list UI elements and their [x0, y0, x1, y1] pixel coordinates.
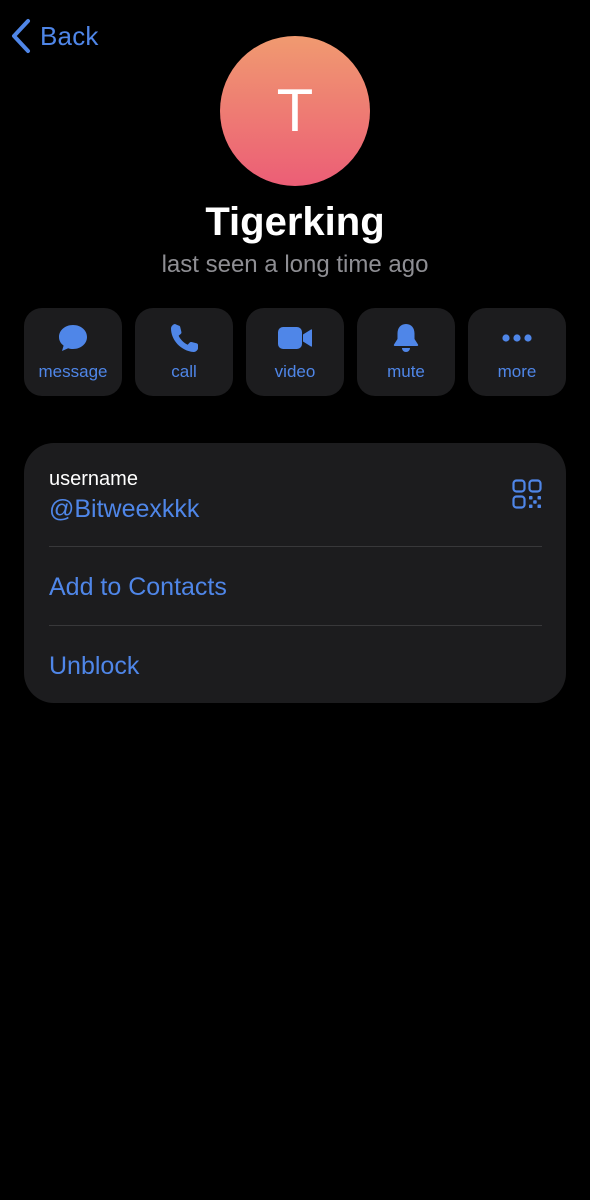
avatar-initial: T: [276, 77, 314, 144]
add-to-contacts-label: Add to Contacts: [49, 573, 227, 601]
message-bubble-icon: [54, 322, 92, 354]
back-label: Back: [40, 20, 99, 51]
video-label: video: [274, 362, 316, 381]
avatar[interactable]: T: [220, 36, 370, 186]
mute-button[interactable]: mute: [357, 308, 455, 396]
profile-name: Tigerking: [205, 200, 385, 244]
message-label: message: [38, 362, 108, 381]
username-row[interactable]: username @Bitweexkkk: [24, 443, 566, 546]
qr-code-icon[interactable]: [512, 479, 542, 509]
username-label: username: [49, 468, 138, 490]
video-camera-icon: [276, 322, 314, 354]
chevron-left-icon: [12, 19, 30, 53]
last-seen-status: last seen a long time ago: [161, 251, 429, 278]
action-bar: message call video mute more: [24, 308, 566, 396]
call-label: call: [171, 362, 197, 381]
video-button[interactable]: video: [246, 308, 344, 396]
back-button[interactable]: Back: [10, 16, 99, 56]
phone-icon: [165, 322, 203, 354]
more-button[interactable]: more: [468, 308, 566, 396]
contact-profile-screen: Back T Tigerking last seen a long time a…: [0, 0, 590, 1200]
ellipsis-icon: [498, 322, 536, 354]
mute-label: mute: [387, 362, 425, 381]
add-to-contacts-button[interactable]: Add to Contacts: [24, 547, 566, 625]
more-label: more: [497, 362, 537, 381]
unblock-label: Unblock: [49, 652, 140, 680]
bell-icon: [387, 322, 425, 354]
unblock-button[interactable]: Unblock: [24, 626, 566, 704]
username-value[interactable]: @Bitweexkkk: [49, 495, 199, 524]
message-button[interactable]: message: [24, 308, 122, 396]
call-button[interactable]: call: [135, 308, 233, 396]
contact-info-card: username @Bitweexkkk Add to Contacts Unb…: [24, 443, 566, 703]
